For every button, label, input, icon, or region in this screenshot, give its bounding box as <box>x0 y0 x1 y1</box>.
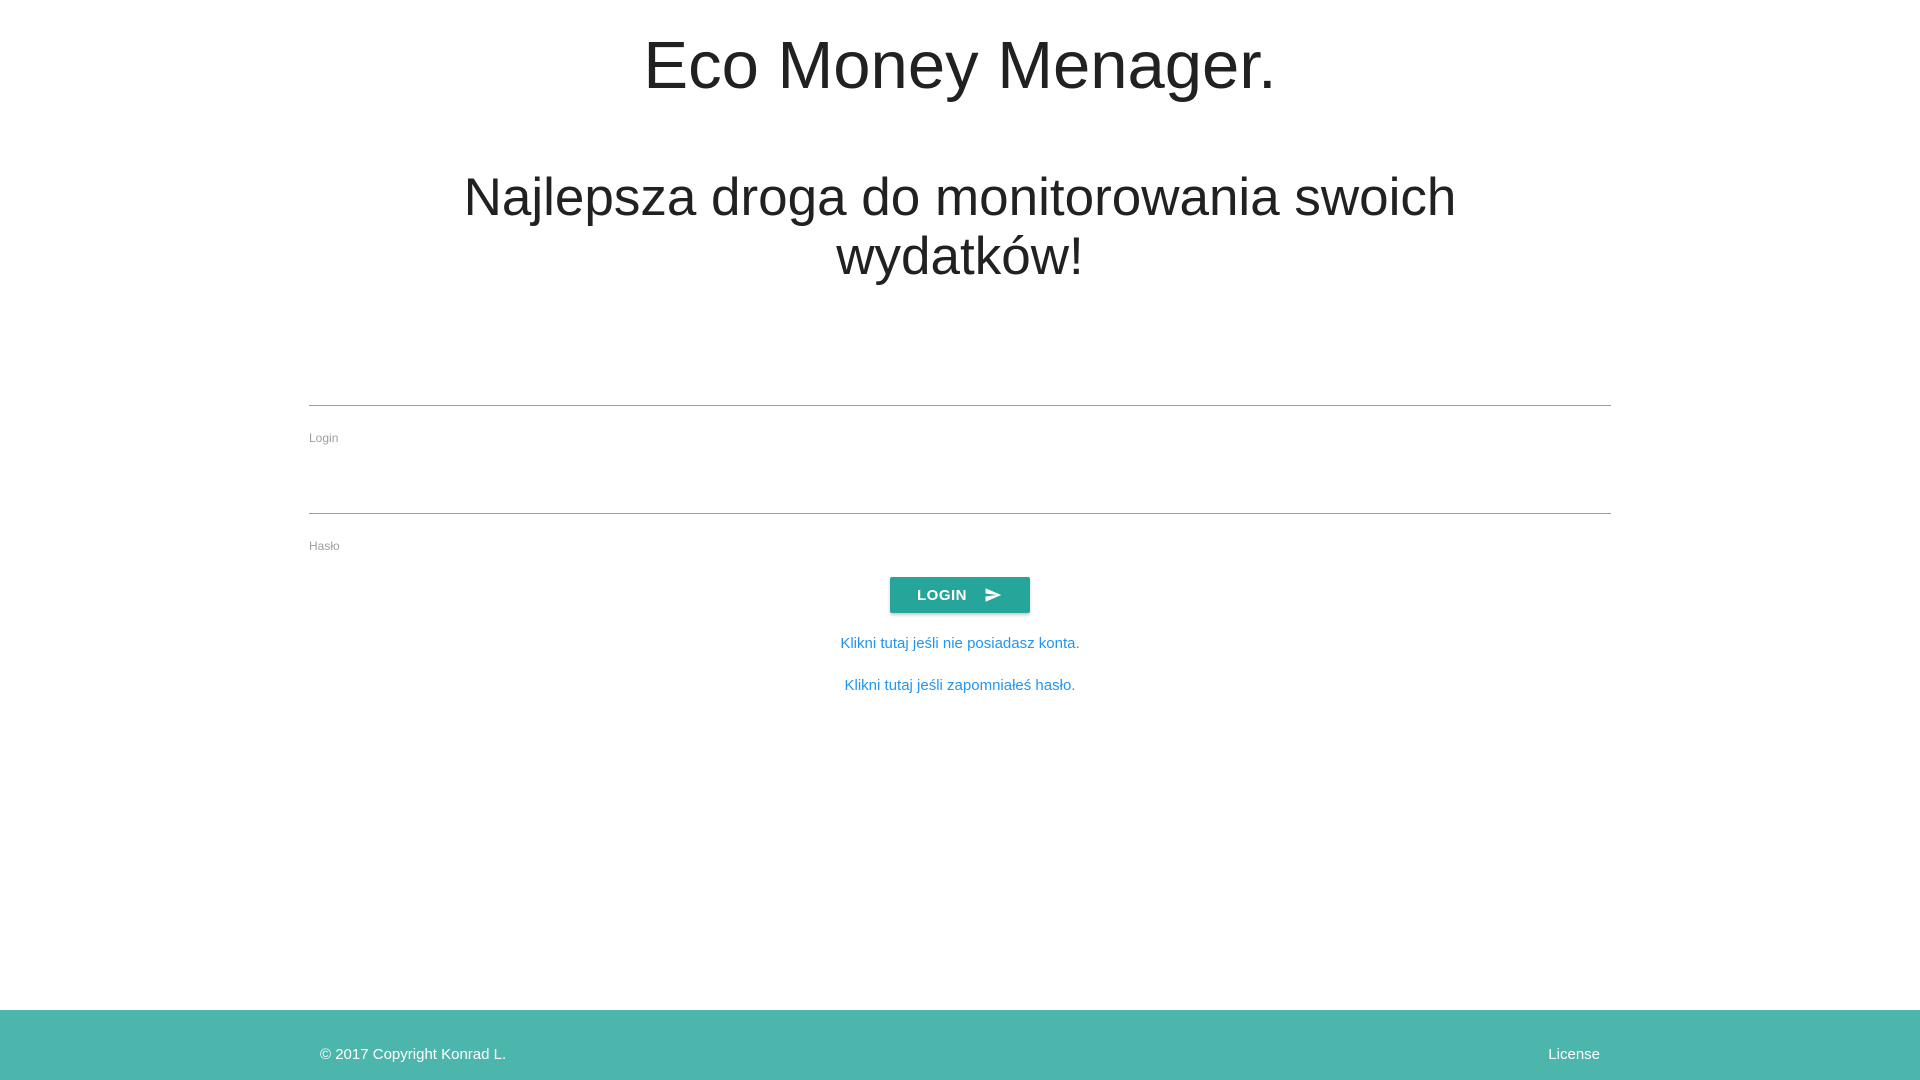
register-link-row: Klikni tutaj jeśli nie posiadasz konta. <box>0 635 1920 653</box>
footer-copyright: © 2017 Copyright Konrad L. <box>320 1046 507 1063</box>
login-label: Login <box>309 431 339 445</box>
login-page: Eco Money Menager. Najlepsza droga do mo… <box>0 0 1920 1080</box>
footer: © 2017 Copyright Konrad L. License <box>0 1010 1920 1080</box>
password-input[interactable] <box>309 470 1611 514</box>
app-title: Eco Money Menager. <box>643 28 1277 103</box>
login-input[interactable] <box>309 362 1611 406</box>
login-button-label: LOGIN <box>917 586 967 604</box>
forgot-password-link[interactable]: Klikni tutaj jeśli zapomniałeś hasło. <box>845 677 1076 694</box>
register-link[interactable]: Klikni tutaj jeśli nie posiadasz konta. <box>840 635 1079 652</box>
license-link[interactable]: License <box>1548 1046 1600 1064</box>
password-field-group: Hasło <box>309 470 1611 553</box>
login-field-group: Login <box>309 362 1611 445</box>
send-icon <box>985 588 1002 602</box>
tagline: Najlepsza droga do monitorowania swoich … <box>463 168 1457 286</box>
login-button[interactable]: LOGIN <box>890 577 1030 613</box>
forgot-password-link-row: Klikni tutaj jeśli zapomniałeś hasło. <box>0 677 1920 695</box>
password-label: Hasło <box>309 539 340 553</box>
